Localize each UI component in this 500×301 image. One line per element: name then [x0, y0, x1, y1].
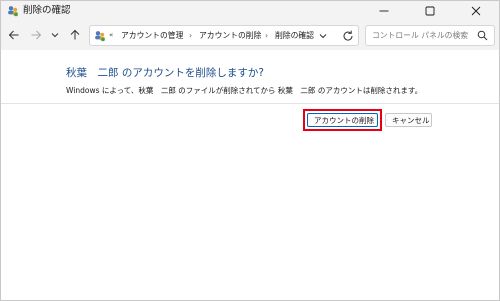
- close-button[interactable]: [453, 1, 499, 21]
- search-input[interactable]: コントロール パネルの検索: [365, 25, 495, 46]
- search-icon: [477, 30, 488, 41]
- minimize-icon: [379, 10, 389, 12]
- control-panel-user-icon: [8, 6, 18, 17]
- arrow-up-icon: [70, 29, 80, 40]
- content-area: 秋葉 二郎 のアカウントを削除しますか? Windows によって、秋葉 二郎 …: [1, 50, 499, 300]
- chevron-down-icon: [51, 33, 59, 38]
- arrow-right-icon: [31, 30, 42, 40]
- back-button[interactable]: [6, 27, 22, 43]
- description-text: Windows によって、秋葉 二郎 のファイルが削除されてから 秋葉 二郎 の…: [66, 86, 423, 95]
- navigation-bar: « アカウントの管理 › アカウントの削除 › 削除の確認 コントロール パネル…: [1, 21, 499, 50]
- title-bar: 削除の確認: [1, 1, 499, 21]
- breadcrumb-separator[interactable]: ›: [265, 29, 268, 42]
- arrow-left-icon: [8, 30, 19, 40]
- maximize-button[interactable]: [407, 1, 453, 21]
- breadcrumb-separator[interactable]: ›: [189, 29, 192, 42]
- close-icon: [471, 6, 481, 16]
- refresh-icon[interactable]: [341, 29, 355, 43]
- divider: [1, 103, 499, 104]
- delete-account-button[interactable]: アカウントの削除: [307, 113, 378, 127]
- recent-locations-button[interactable]: [47, 27, 63, 43]
- breadcrumb-delete-account[interactable]: アカウントの削除: [199, 29, 261, 42]
- cancel-button[interactable]: キャンセル: [385, 113, 432, 127]
- breadcrumb-account-management[interactable]: アカウントの管理: [121, 29, 183, 42]
- page-title: 秋葉 二郎 のアカウントを削除しますか?: [66, 67, 264, 79]
- maximize-icon: [425, 6, 435, 16]
- window-title: 削除の確認: [23, 5, 71, 16]
- breadcrumb-overflow[interactable]: «: [109, 29, 113, 42]
- chevron-down-icon[interactable]: [317, 30, 329, 42]
- up-button[interactable]: [67, 27, 83, 43]
- breadcrumb-confirm-delete[interactable]: 削除の確認: [275, 29, 314, 42]
- user-accounts-icon: [95, 31, 105, 42]
- address-bar[interactable]: « アカウントの管理 › アカウントの削除 › 削除の確認: [89, 25, 359, 46]
- forward-button[interactable]: [28, 27, 44, 43]
- window: 削除の確認 « アカウントの管理 › アカウントの削除 › 削除の確認 コントロ…: [0, 0, 500, 301]
- minimize-button[interactable]: [361, 1, 407, 21]
- search-placeholder: コントロール パネルの検索: [372, 31, 469, 40]
